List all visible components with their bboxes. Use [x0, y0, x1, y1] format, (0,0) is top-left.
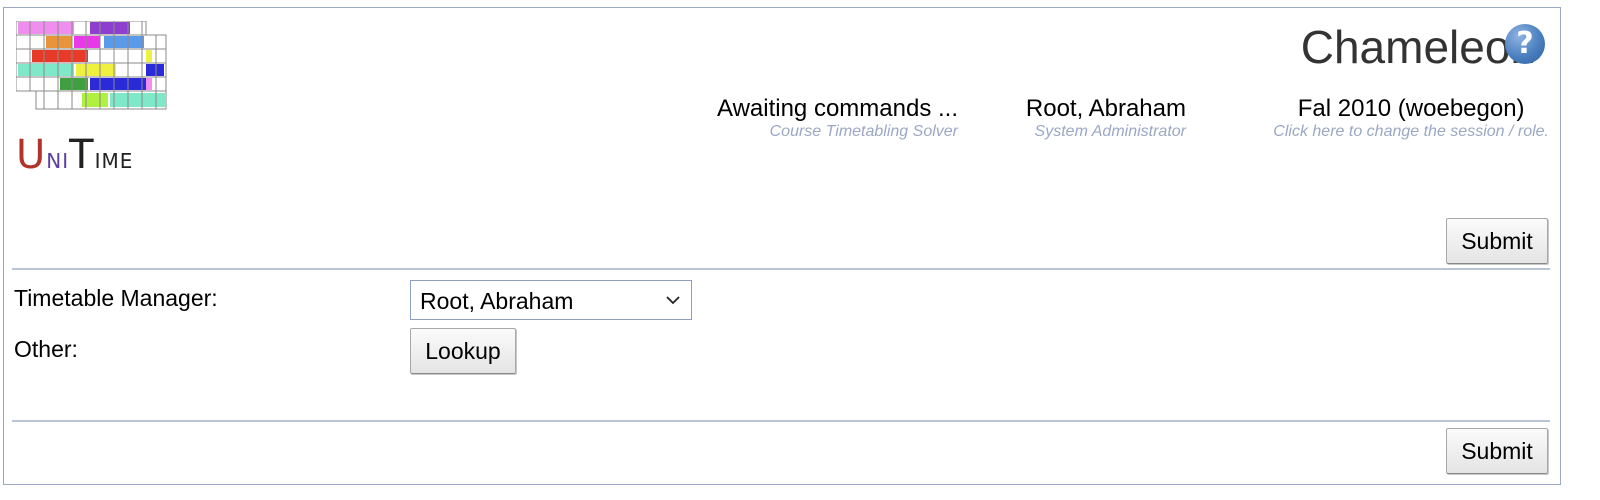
app-title: Chameleon: [1300, 21, 1536, 73]
solver-status-caption: Course Timetabling Solver: [769, 123, 958, 140]
section-divider: [12, 268, 1550, 270]
session-selector[interactable]: Fal 2010 (woebegon) Click here to change…: [1273, 95, 1549, 141]
unitime-wordmark: UniTime: [16, 132, 134, 178]
user-name: Root, Abraham: [1025, 95, 1186, 122]
timetable-manager-select[interactable]: Root, Abraham: [410, 280, 692, 320]
section-divider: [12, 420, 1550, 422]
session-change-hint: Click here to change the session / role.: [1273, 123, 1549, 140]
solver-status[interactable]: Awaiting commands ... Course Timetabling…: [717, 95, 958, 141]
help-question-icon[interactable]: ?: [1505, 24, 1545, 64]
timetable-manager-value: Root, Abraham: [420, 288, 574, 314]
session-name: Fal 2010 (woebegon): [1297, 95, 1525, 122]
chevron-down-icon: [666, 296, 680, 305]
page-frame: [3, 7, 1561, 485]
solver-status-text: Awaiting commands ...: [717, 95, 958, 122]
unitime-logo[interactable]: UniTime: [16, 21, 172, 177]
user-role: System Administrator: [1034, 123, 1186, 140]
other-label: Other:: [14, 336, 78, 362]
submit-button-top[interactable]: Submit: [1446, 218, 1548, 264]
timetable-manager-label: Timetable Manager:: [14, 285, 218, 311]
timetable-grid-logo-icon: [16, 21, 167, 110]
lookup-button[interactable]: Lookup: [410, 328, 516, 374]
submit-button-bottom[interactable]: Submit: [1446, 428, 1548, 474]
current-user[interactable]: Root, Abraham System Administrator: [1026, 95, 1186, 141]
